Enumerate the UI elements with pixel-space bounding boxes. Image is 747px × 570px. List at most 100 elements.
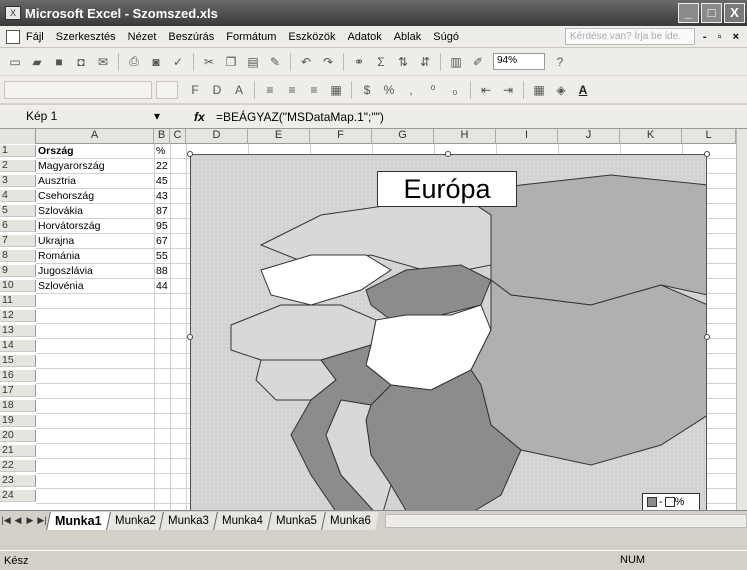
cell-b1[interactable]: % [154,146,165,158]
sort-descending-icon[interactable]: ⇵ [416,53,434,71]
merge-center-icon[interactable]: ▦ [327,81,345,99]
font-name-dropdown[interactable] [4,80,152,99]
column-header-g[interactable]: G [372,129,434,144]
help-search-input[interactable]: Kérdése van? Írja be ide. [564,28,695,45]
row-header[interactable]: 13 [0,325,36,337]
menu-edit[interactable]: Szerkesztés [56,31,116,43]
sheet-tab-munka5[interactable]: Munka5 [267,511,326,530]
cell-b10[interactable]: 44 [154,281,168,293]
hyperlink-icon[interactable]: ⚭ [350,53,368,71]
percent-icon[interactable]: % [380,81,398,99]
vertical-scrollbar[interactable] [736,129,747,510]
new-icon[interactable]: ▭ [6,53,24,71]
menu-tools[interactable]: Eszközök [288,31,335,43]
row-header[interactable]: 17 [0,385,36,397]
menu-help[interactable]: Súgó [433,31,459,43]
row-header[interactable]: 19 [0,415,36,427]
cell-a2[interactable]: Magyarország [36,161,105,173]
decrease-indent-icon[interactable]: ⇤ [477,81,495,99]
menu-view[interactable]: Nézet [128,31,157,43]
align-left-icon[interactable]: ≡ [261,81,279,99]
resize-handle-t[interactable] [445,151,451,157]
column-header-f[interactable]: F [310,129,372,144]
row-header[interactable]: 8 [0,250,36,262]
insert-function-icon[interactable]: fx [194,110,216,124]
first-sheet-icon[interactable]: |◀ [0,515,12,526]
menu-data[interactable]: Adatok [347,31,381,43]
cell-a7[interactable]: Ukrajna [36,236,74,248]
email-icon[interactable]: ✉ [94,53,112,71]
autosum-icon[interactable]: Σ [372,53,390,71]
map-title[interactable]: Európa [377,171,517,207]
fill-color-icon[interactable]: ◈ [552,81,570,99]
help-icon[interactable]: ? [551,53,569,71]
map-legend[interactable]: - % [642,493,700,510]
row-header[interactable]: 1 [0,145,36,157]
resize-handle-r[interactable] [704,334,710,340]
column-header-d[interactable]: D [186,129,248,144]
resize-handle-l[interactable] [187,334,193,340]
redo-icon[interactable]: ↷ [319,53,337,71]
horizontal-scrollbar[interactable] [385,513,747,528]
cell-a8[interactable]: Románia [36,251,80,263]
bold-icon[interactable]: F [186,81,204,99]
cell-a1[interactable]: Ország [36,146,74,158]
zoom-dropdown[interactable]: 94% [493,53,545,70]
open-icon[interactable]: ▰ [28,53,46,71]
row-header[interactable]: 11 [0,295,36,307]
cut-icon[interactable]: ✂ [200,53,218,71]
formula-input[interactable]: =BEÁGYAZ("MSDataMap.1";"") [216,110,384,124]
format-painter-icon[interactable]: ✎ [266,53,284,71]
column-header-l[interactable]: L [682,129,736,144]
next-sheet-icon[interactable]: ▶ [24,515,36,526]
align-center-icon[interactable]: ≡ [283,81,301,99]
cell-b8[interactable]: 55 [154,251,168,263]
chart-wizard-icon[interactable]: ▥ [447,53,465,71]
cell-b2[interactable]: 22 [154,161,168,173]
decrease-decimal-icon[interactable]: ₀ [446,81,464,99]
sheet-tab-munka4[interactable]: Munka4 [213,511,272,530]
column-header-a[interactable]: A [36,129,154,144]
row-header[interactable]: 23 [0,475,36,487]
cell-a5[interactable]: Szlovákia [36,206,83,218]
cell-b7[interactable]: 67 [154,236,168,248]
cell-b9[interactable]: 88 [154,266,168,278]
row-header[interactable]: 6 [0,220,36,232]
drawing-icon[interactable]: ✐ [469,53,487,71]
row-header[interactable]: 7 [0,235,36,247]
print-icon[interactable]: ⎙ [125,53,143,71]
minimize-button[interactable]: _ [678,3,699,23]
copy-icon[interactable]: ❐ [222,53,240,71]
close-button[interactable]: X [724,3,745,23]
row-header[interactable]: 10 [0,280,36,292]
cell-a10[interactable]: Szlovénia [36,281,84,293]
sheet-tab-munka1[interactable]: Munka1 [46,511,110,530]
sheet-tab-munka3[interactable]: Munka3 [159,511,218,530]
align-right-icon[interactable]: ≡ [305,81,323,99]
cell-b4[interactable]: 43 [154,191,168,203]
column-header-j[interactable]: J [558,129,620,144]
column-header-k[interactable]: K [620,129,682,144]
row-header[interactable]: 2 [0,160,36,172]
cell-b5[interactable]: 87 [154,206,168,218]
row-header[interactable]: 24 [0,490,36,502]
maximize-button[interactable]: □ [701,3,722,23]
row-header[interactable]: 5 [0,205,36,217]
sort-ascending-icon[interactable]: ⇅ [394,53,412,71]
prev-sheet-icon[interactable]: ◀ [12,515,24,526]
cell-b6[interactable]: 95 [154,221,168,233]
paste-icon[interactable]: ▤ [244,53,262,71]
column-header-b[interactable]: B [154,129,170,144]
row-header[interactable]: 14 [0,340,36,352]
cell-a9[interactable]: Jugoszlávia [36,266,93,278]
increase-indent-icon[interactable]: ⇥ [499,81,517,99]
column-header-h[interactable]: H [434,129,496,144]
row-header[interactable]: 20 [0,430,36,442]
borders-icon[interactable]: ▦ [530,81,548,99]
cell-a4[interactable]: Csehország [36,191,94,203]
column-header-c[interactable]: C [170,129,186,144]
row-header[interactable]: 9 [0,265,36,277]
permission-icon[interactable]: ◘ [72,53,90,71]
menu-file[interactable]: Fájl [26,31,44,43]
currency-icon[interactable]: $ [358,81,376,99]
